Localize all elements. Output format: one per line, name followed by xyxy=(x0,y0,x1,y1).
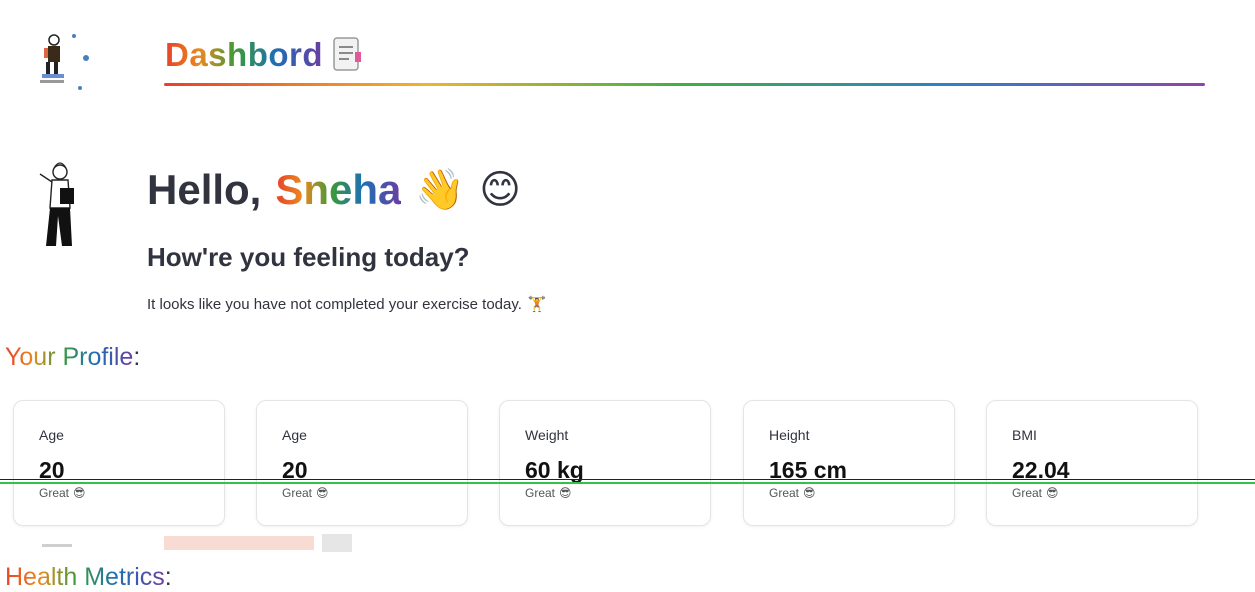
smiling-face-icon: 😊 xyxy=(479,167,521,213)
header-divider xyxy=(164,83,1205,86)
waving-hand-icon: 👋 xyxy=(415,167,466,213)
sunglasses-face-icon: 😎 xyxy=(73,486,86,500)
sunglasses-face-icon: 😎 xyxy=(559,486,572,500)
metric-delta: Great 😎 xyxy=(282,486,329,500)
metric-delta-text: Great xyxy=(39,486,70,500)
sunglasses-face-icon: 😎 xyxy=(803,486,816,500)
metric-card-weight: Weight 60 kg Great 😎 xyxy=(499,400,711,526)
profile-heading-colon: : xyxy=(133,343,141,371)
render-artifact-line xyxy=(0,479,1255,480)
metric-card-height: Height 165 cm Great 😎 xyxy=(743,400,955,526)
exercise-status-text: It looks like you have not completed you… xyxy=(147,295,522,313)
metric-card-age-2: Age 20 Great 😎 xyxy=(256,400,468,526)
metric-label: Age xyxy=(282,427,307,443)
metric-delta: Great 😎 xyxy=(525,486,572,500)
metric-delta-text: Great xyxy=(525,486,556,500)
page-title: Dashbord xyxy=(165,36,365,74)
metric-label: Age xyxy=(39,427,64,443)
greeting-prefix: Hello, xyxy=(147,166,262,213)
document-icon xyxy=(333,37,362,71)
metric-card-age: Age 20 Great 😎 xyxy=(13,400,225,526)
greeting-heading: Hello, Sneha 👋 😊 xyxy=(147,166,521,214)
metric-delta: Great 😎 xyxy=(39,486,86,500)
metric-delta: Great 😎 xyxy=(1012,486,1059,500)
metric-delta-text: Great xyxy=(769,486,800,500)
health-heading-text: Health Metrics xyxy=(5,563,165,591)
health-heading-colon: : xyxy=(164,563,172,591)
page-title-text: Dashbord xyxy=(165,36,324,73)
feeling-question: How're you feeling today? xyxy=(147,242,470,272)
app-logo-illustration xyxy=(40,34,89,90)
metric-delta-text: Great xyxy=(282,486,313,500)
metric-delta: Great 😎 xyxy=(769,486,816,500)
profile-section-heading: Your Profile: xyxy=(5,343,140,372)
exercise-status-message: It looks like you have not completed you… xyxy=(147,295,547,314)
sunglasses-face-icon: 😎 xyxy=(316,486,329,500)
render-artifact-line-green xyxy=(0,482,1255,484)
profile-heading-text: Your Profile xyxy=(5,343,134,371)
user-illustration xyxy=(39,162,74,246)
health-section-heading: Health Metrics: xyxy=(5,563,172,592)
sunglasses-face-icon: 😎 xyxy=(1046,486,1059,500)
metric-delta-text: Great xyxy=(1012,486,1043,500)
render-artifact-ghost xyxy=(42,534,352,552)
weightlifting-icon: 🏋 xyxy=(527,296,547,313)
metric-label: Height xyxy=(769,427,810,443)
metric-label: BMI xyxy=(1012,427,1037,443)
metric-label: Weight xyxy=(525,427,569,443)
user-name: Sneha xyxy=(275,166,402,213)
metric-card-bmi: BMI 22.04 Great 😎 xyxy=(986,400,1198,526)
